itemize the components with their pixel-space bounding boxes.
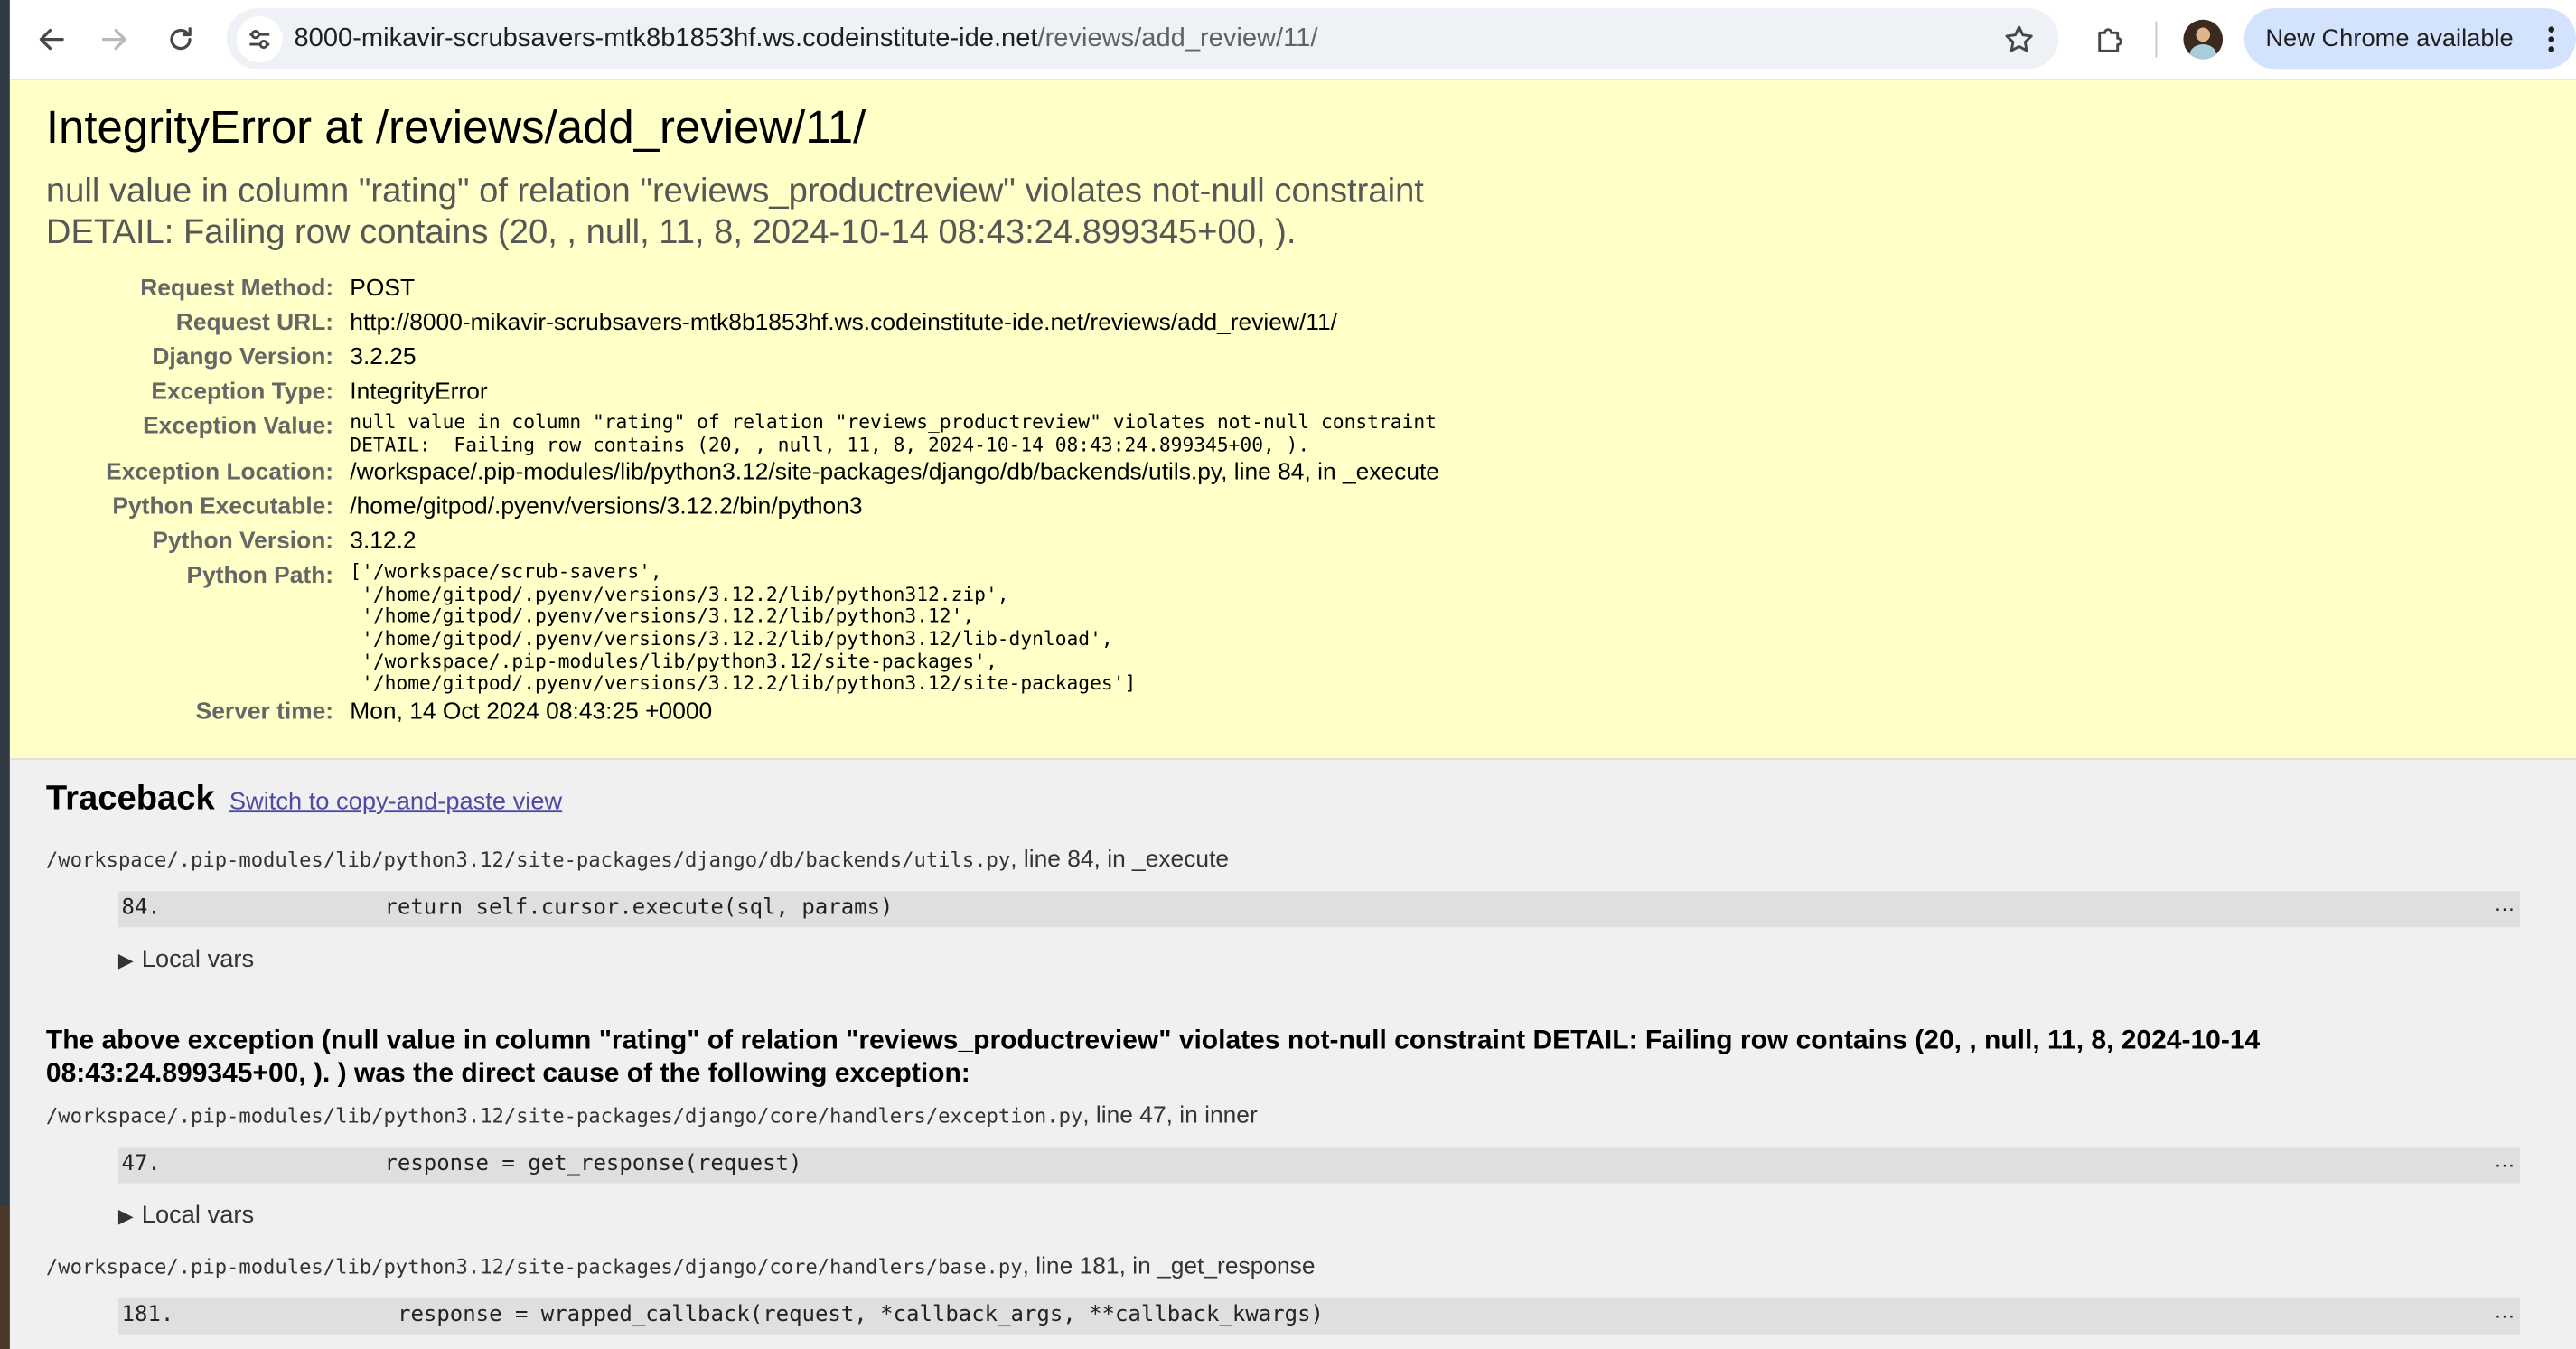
frame-line-info: , line 47, in inner: [1082, 1102, 1258, 1129]
desktop-edge: [0, 0, 10, 1349]
forward-button[interactable]: [92, 16, 138, 62]
meta-value: Mon, 14 Oct 2024 08:43:25 +0000: [350, 698, 713, 726]
exception-summary-detail: DETAIL: Failing row contains (20, , null…: [45, 212, 1297, 250]
exception-summary-line: null value in column "rating" of relatio…: [45, 172, 1424, 211]
meta-label: Exception Location:: [106, 459, 334, 486]
frame-line-info: , line 181, in _get_response: [1022, 1253, 1316, 1280]
frame-location: /workspace/.pip-modules/lib/python3.12/s…: [46, 1103, 1258, 1129]
exception-summary: null value in column "rating" of relatio…: [46, 173, 1424, 253]
meta-label: Python Version:: [152, 529, 334, 556]
new-chrome-available-button[interactable]: New Chrome available: [2243, 8, 2576, 70]
site-info-icon: [249, 30, 270, 50]
frame-location: /workspace/.pip-modules/lib/python3.12/s…: [46, 1254, 1316, 1280]
meta-row: Django Version: 3.2.25: [46, 342, 1439, 376]
address-bar[interactable]: 8000-mikavir-scrubsavers-mtk8b1853hf.ws.…: [226, 8, 2059, 70]
meta-row: Server time: Mon, 14 Oct 2024 08:43:25 +0…: [46, 696, 1439, 730]
back-button[interactable]: [28, 16, 74, 62]
new-chrome-label: New Chrome available: [2265, 24, 2514, 53]
expand-triangle-icon: ▶: [117, 948, 134, 972]
local-vars-label: Local vars: [141, 945, 255, 974]
forward-icon: [101, 28, 126, 51]
line-number: 181.: [121, 1303, 174, 1328]
frame-location: /workspace/.pip-modules/lib/python3.12/s…: [46, 847, 1229, 873]
request-meta-table: Request Method: POST Request URL: http://8…: [46, 273, 1439, 730]
exception-cause-heading: The above exception (null value in colum…: [45, 1026, 2261, 1088]
meta-row: Exception Type: IntegrityError: [46, 376, 1439, 410]
meta-value: /workspace/.pip-modules/lib/python3.12/s…: [350, 459, 1439, 486]
switch-to-copy-paste-link[interactable]: Switch to copy-and-paste view: [229, 788, 562, 816]
meta-label: Request URL:: [175, 310, 334, 337]
meta-row: Request URL: http://8000-mikavir-scrubsav…: [46, 307, 1439, 342]
context-line[interactable]: 181. response = wrapped_callback(request,…: [117, 1297, 2521, 1335]
reload-icon: [170, 27, 192, 51]
meta-value: 3.2.25: [350, 344, 417, 371]
frame-file: /workspace/.pip-modules/lib/python3.12/s…: [45, 848, 1011, 872]
browser-toolbar: 8000-mikavir-scrubsavers-mtk8b1853hf.ws.…: [9, 0, 2576, 80]
meta-row: Exception Value: null value in column "ra…: [46, 410, 1439, 456]
browser-viewport: 8000-mikavir-scrubsavers-mtk8b1853hf.ws.…: [0, 0, 2576, 1349]
expand-context-ellipsis[interactable]: …: [2494, 1293, 2515, 1329]
traceback-title: Traceback: [45, 779, 215, 818]
error-title: IntegrityError at /reviews/add_review/11…: [45, 101, 866, 153]
meta-row: Python Executable: /home/gitpod/.pyenv/ve…: [46, 491, 1439, 525]
traceback-heading: Traceback Switch to copy-and-paste view: [46, 780, 562, 820]
meta-row: Request Method: POST: [46, 273, 1439, 307]
bookmark-star-button[interactable]: [1996, 16, 2042, 62]
meta-row: Exception Location: /workspace/.pip-modul…: [46, 456, 1439, 491]
frame-line-info: , line 84, in _execute: [1010, 847, 1230, 874]
meta-value: 3.12.2: [350, 529, 417, 556]
bookmark-star-icon: [2005, 25, 2033, 52]
back-icon: [39, 28, 64, 51]
line-number: 84.: [121, 895, 161, 921]
meta-label: Python Path:: [186, 563, 334, 590]
frame-file: /workspace/.pip-modules/lib/python3.12/s…: [45, 1255, 1023, 1279]
meta-value: /home/gitpod/.pyenv/versions/3.12.2/bin/…: [350, 494, 863, 521]
error-summary: IntegrityError at /reviews/add_review/11…: [9, 80, 2576, 760]
meta-value: POST: [350, 276, 416, 303]
url-host: 8000-mikavir-scrubsavers-mtk8b1853hf.ws.…: [294, 24, 1038, 53]
code-text: response = get_response(request): [384, 1152, 802, 1177]
reload-button[interactable]: [158, 16, 204, 62]
traceback-section: Traceback Switch to copy-and-paste view …: [9, 759, 2576, 1349]
meta-value: http://8000-mikavir-scrubsavers-mtk8b185…: [350, 310, 1337, 337]
meta-label: Exception Type:: [151, 379, 334, 406]
url-path: /reviews/add_review/11/: [1037, 24, 1318, 53]
profile-avatar[interactable]: [2183, 19, 2224, 60]
meta-value: IntegrityError: [350, 379, 488, 406]
meta-row: Python Path: ['/workspace/scrub-savers', …: [46, 560, 1439, 696]
meta-label: Server time:: [195, 698, 334, 726]
expand-context-ellipsis[interactable]: …: [2494, 886, 2515, 923]
meta-label: Request Method:: [140, 276, 334, 303]
exception-value: null value in column "rating" of relatio…: [350, 410, 1437, 456]
expand-triangle-icon: ▶: [117, 1204, 134, 1228]
frame-file: /workspace/.pip-modules/lib/python3.12/s…: [45, 1104, 1083, 1128]
local-vars-toggle[interactable]: ▶ Local vars: [118, 945, 254, 973]
code-text: return self.cursor.execute(sql, params): [384, 895, 894, 921]
more-options-icon: [2548, 26, 2554, 52]
meta-row: Python Version: 3.12.2: [46, 526, 1439, 560]
python-path-value: ['/workspace/scrub-savers', '/home/gitpo…: [350, 559, 1137, 695]
url-text[interactable]: 8000-mikavir-scrubsavers-mtk8b1853hf.ws.…: [294, 23, 1317, 55]
code-text: response = wrapped_callback(request, *ca…: [398, 1303, 1324, 1328]
meta-label: Django Version:: [152, 344, 334, 371]
line-number: 47.: [121, 1152, 161, 1177]
meta-label: Exception Value:: [143, 413, 334, 440]
extensions-icon: [2098, 28, 2122, 52]
local-vars-toggle[interactable]: ▶ Local vars: [118, 1202, 254, 1230]
local-vars-label: Local vars: [141, 1201, 255, 1230]
extensions-button[interactable]: [2086, 16, 2132, 62]
site-info-button[interactable]: [236, 16, 283, 63]
toolbar-divider: [2155, 21, 2158, 58]
meta-label: Python Executable:: [112, 494, 334, 521]
expand-context-ellipsis[interactable]: …: [2494, 1142, 2515, 1178]
context-line[interactable]: 84. return self.cursor.execute(sql, param…: [117, 891, 2521, 928]
context-line[interactable]: 47. response = get_response(request)…: [117, 1147, 2521, 1184]
